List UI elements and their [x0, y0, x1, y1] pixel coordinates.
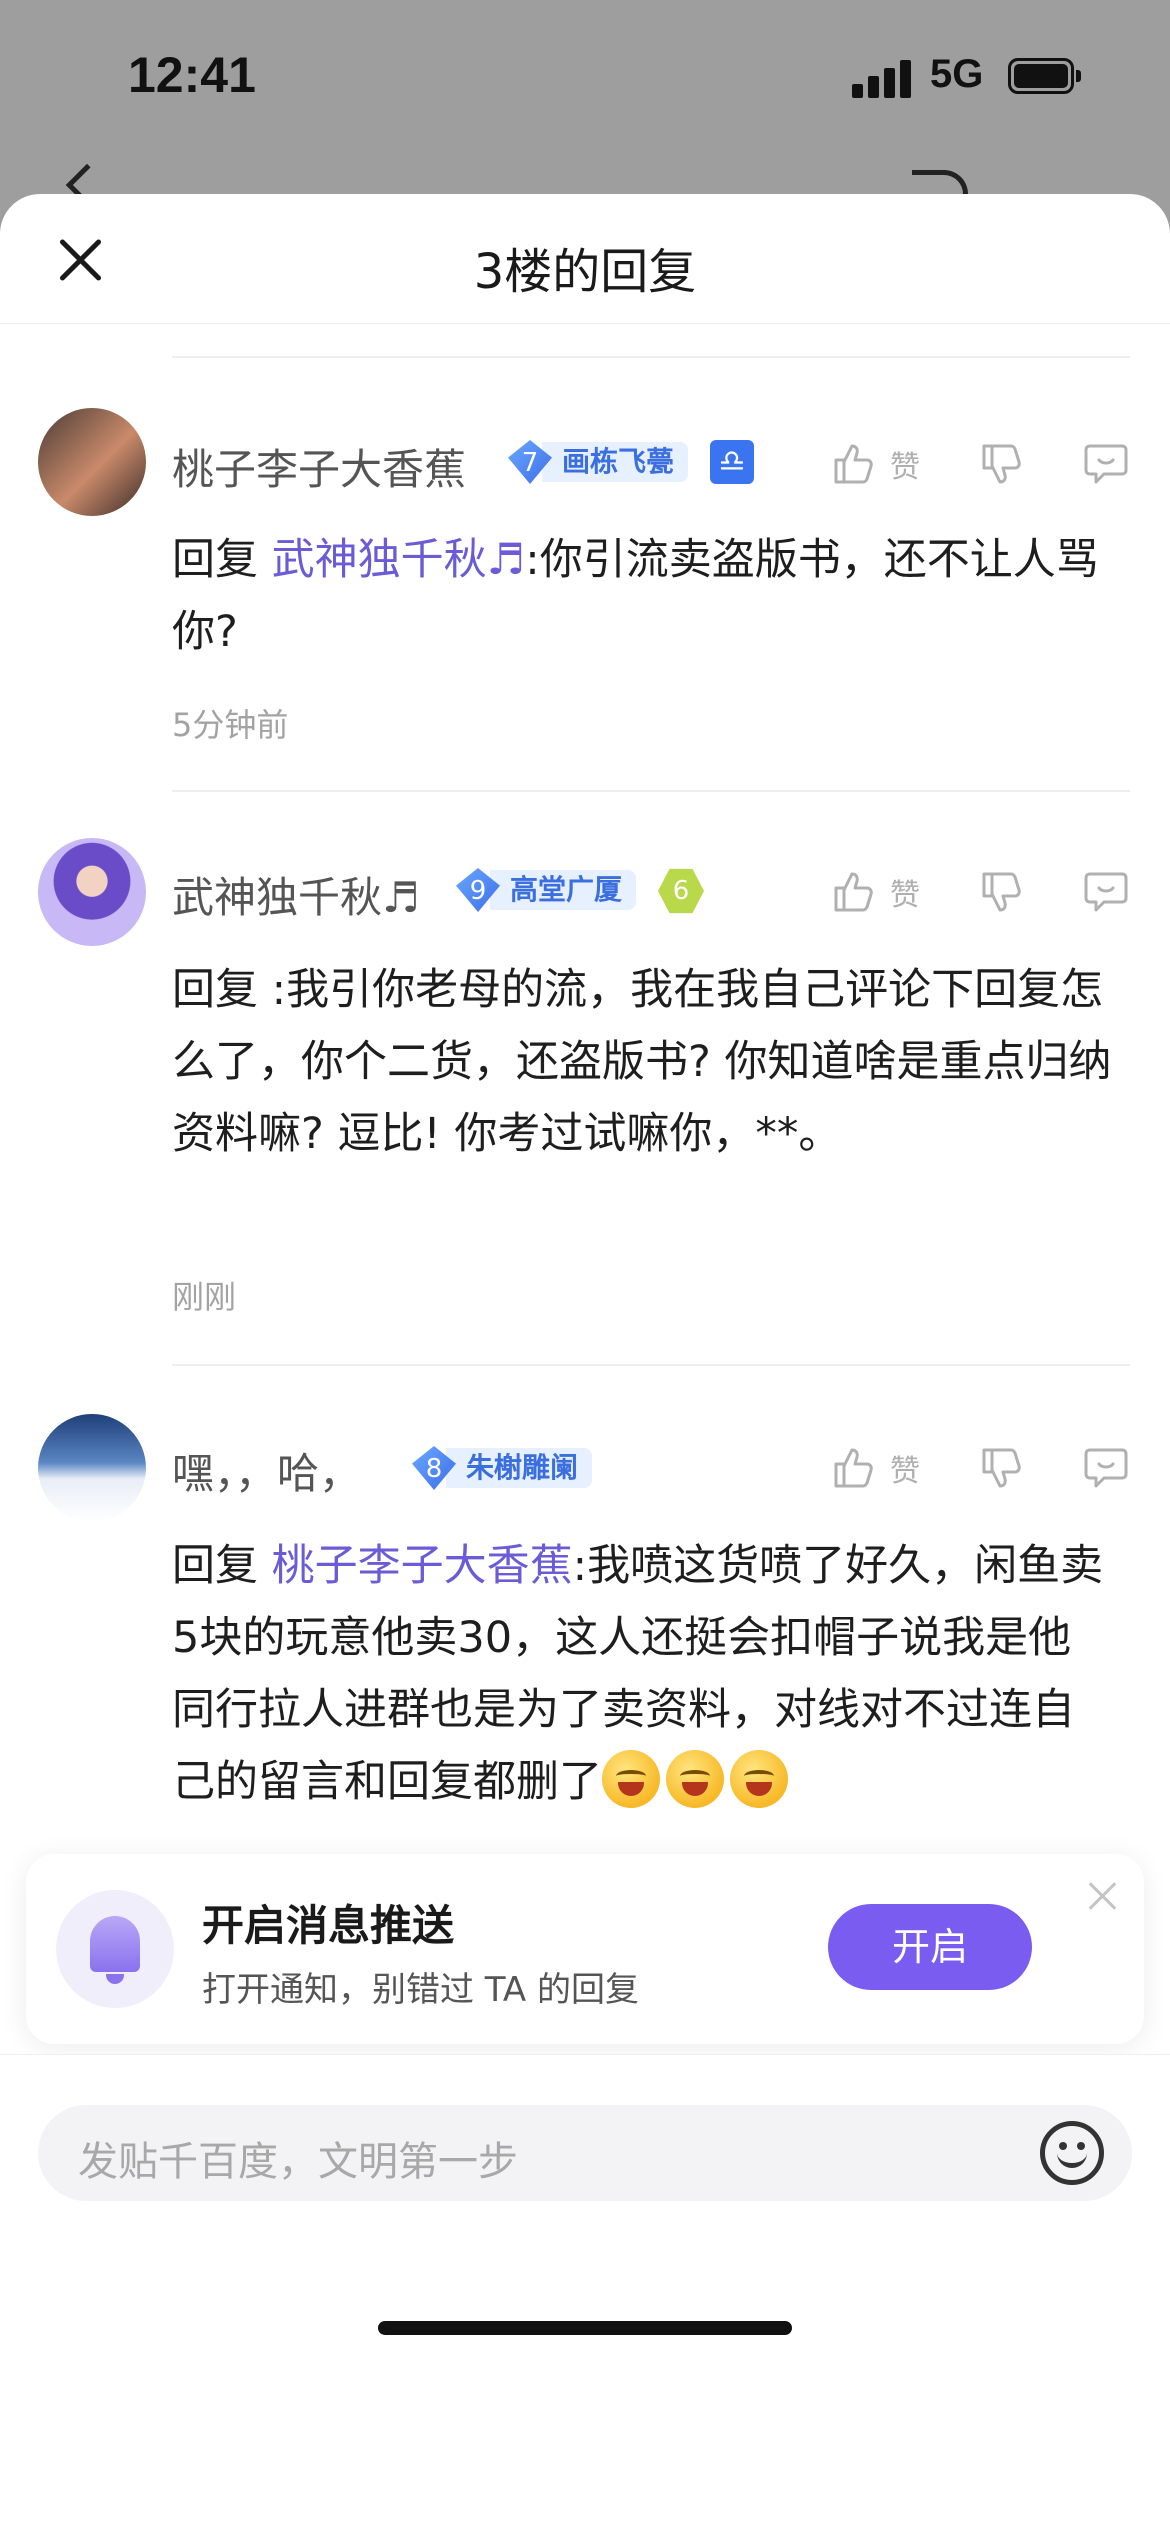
enable-push-button[interactable]: 开启: [828, 1904, 1032, 1990]
comment-actions: 赞: [830, 862, 1140, 922]
mention-link[interactable]: 桃子李子大香蕉: [272, 1541, 573, 1591]
grinning-emoji-icon: [602, 1750, 660, 1808]
push-subtitle: 打开通知，别错过 TA 的回复: [202, 1970, 640, 2010]
comment-text: 回复 桃子李子大香蕉:我喷这货喷了好久，闲鱼卖5块的玩意他卖30，这人还挺会扣帽…: [172, 1530, 1112, 1818]
like-label: 赞: [890, 1454, 920, 1489]
level-badge: 7 画栋飞甍: [508, 440, 689, 484]
reply-button[interactable]: [1082, 434, 1130, 494]
comment-text: 回复 :我引你老母的流，我在我自己评论下回复怎么了，你个二货，还盗版书? 你知道…: [172, 954, 1112, 1170]
chat-bubble-icon: [1084, 1448, 1128, 1488]
divider: [172, 1364, 1130, 1366]
avatar[interactable]: [38, 838, 146, 946]
bell-icon: [56, 1890, 174, 2008]
thumbs-down-icon: [982, 872, 1021, 912]
sheet-title: 3楼的回复: [473, 244, 697, 300]
avatar[interactable]: [38, 408, 146, 516]
signal-icon: [852, 58, 916, 98]
thumbs-up-icon: [834, 1448, 873, 1488]
battery-icon: [1008, 58, 1081, 94]
divider: [172, 790, 1130, 792]
reply-prefix: 回复: [172, 535, 258, 585]
avatar[interactable]: [38, 1414, 146, 1522]
level-title: 高堂广厦: [490, 870, 637, 910]
level-badge: 9 高堂广厦: [456, 868, 637, 912]
thumbs-down-icon: [982, 444, 1021, 484]
level-badge: 8 朱榭雕阑: [412, 1446, 593, 1490]
network-type: 5G: [930, 52, 984, 96]
sheet-header: 3楼的回复: [0, 194, 1170, 324]
input-placeholder: 发贴千百度，文明第一步: [78, 2139, 518, 2185]
comment-actions: 赞: [830, 434, 1140, 494]
dislike-button[interactable]: [978, 1438, 1026, 1498]
comment-username[interactable]: 武神独千秋♬: [172, 864, 420, 925]
libra-icon: ♎: [710, 440, 754, 484]
like-button[interactable]: 赞: [830, 1438, 920, 1498]
reply-prefix: 回复: [172, 965, 258, 1015]
level-title: 画栋飞甍: [542, 442, 689, 482]
like-label: 赞: [890, 878, 920, 913]
comment-time: 5分钟前: [172, 706, 289, 744]
like-label: 赞: [890, 450, 920, 485]
comment-time: 刚刚: [172, 1278, 237, 1316]
comment-username[interactable]: 桃子李子大香蕉: [172, 436, 466, 497]
status-time: 12:41: [128, 47, 256, 103]
level-title: 朱榭雕阑: [446, 1448, 593, 1488]
comment-content: :我引你老母的流，我在我自己评论下回复怎么了，你个二货，还盗版书? 你知道啥是重…: [172, 965, 1112, 1159]
hexagon-badge-icon: 6: [658, 868, 704, 914]
comment-username[interactable]: 嘿，，哈，: [172, 1440, 361, 1501]
grinning-emoji-icon: [666, 1750, 724, 1808]
thumbs-down-icon: [982, 1448, 1021, 1488]
mention-link[interactable]: 武神独千秋♬: [272, 535, 526, 585]
comment-input[interactable]: 发贴千百度，文明第一步: [38, 2105, 1132, 2201]
chat-bubble-icon: [1084, 872, 1128, 912]
reply-button[interactable]: [1082, 1438, 1130, 1498]
status-bar: 12:41 5G: [0, 0, 1170, 150]
emoji-icon[interactable]: [1040, 2121, 1104, 2185]
dislike-button[interactable]: [978, 434, 1026, 494]
push-title: 开启消息推送: [202, 1901, 455, 1950]
thumbs-up-icon: [834, 872, 873, 912]
push-notification-card: 开启消息推送 打开通知，别错过 TA 的回复 开启: [26, 1854, 1144, 2044]
like-button[interactable]: 赞: [830, 862, 920, 922]
chat-bubble-icon: [1084, 444, 1128, 484]
reply-button[interactable]: [1082, 862, 1130, 922]
comment-text: 回复 武神独千秋♬:你引流卖盗版书，还不让人骂你?: [172, 524, 1112, 668]
grinning-emoji-icon: [730, 1750, 788, 1808]
home-indicator: [378, 2321, 792, 2335]
divider: [172, 356, 1130, 358]
close-icon[interactable]: [1082, 1876, 1122, 1916]
thumbs-up-icon: [834, 444, 873, 484]
comment-actions: 赞: [830, 1438, 1140, 1498]
like-button[interactable]: 赞: [830, 434, 920, 494]
dislike-button[interactable]: [978, 862, 1026, 922]
input-area: 发贴千百度，文明第一步: [0, 2054, 1170, 2532]
reply-prefix: 回复: [172, 1541, 258, 1591]
